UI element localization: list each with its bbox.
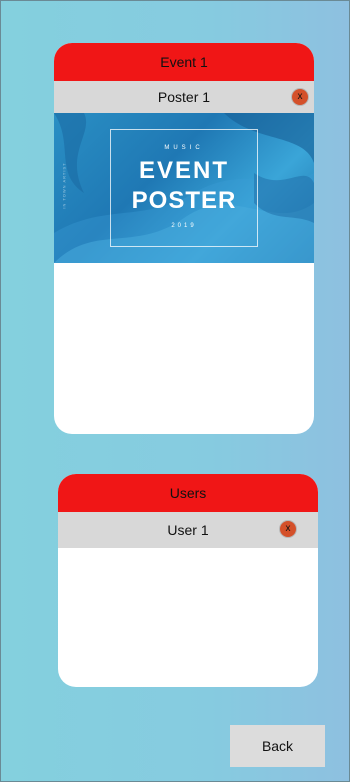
user-name: User 1	[167, 522, 209, 538]
user-row[interactable]: User 1 x	[58, 512, 318, 548]
poster-heading-line1: EVENT	[138, 157, 229, 184]
poster-year: 2019	[171, 223, 197, 229]
remove-poster-button[interactable]: x	[292, 89, 308, 105]
poster-heading-line2: POSTER	[131, 187, 237, 214]
poster-row[interactable]: Poster 1 x	[54, 81, 314, 113]
event-card: Event 1 Poster 1 x MUSIC EVENT POSTER 20…	[54, 43, 314, 434]
remove-user-button[interactable]: x	[280, 521, 296, 537]
users-title: Users	[58, 474, 318, 512]
poster-image[interactable]: MUSIC EVENT POSTER 2019 IN TOWN ARTIST	[54, 113, 314, 263]
poster-subtitle: MUSIC	[164, 145, 204, 151]
users-card: Users User 1 x	[58, 474, 318, 687]
poster-side-text: IN TOWN ARTIST	[61, 162, 67, 209]
back-button[interactable]: Back	[230, 725, 325, 767]
poster-name: Poster 1	[157, 89, 211, 105]
event-title: Event 1	[54, 43, 314, 81]
